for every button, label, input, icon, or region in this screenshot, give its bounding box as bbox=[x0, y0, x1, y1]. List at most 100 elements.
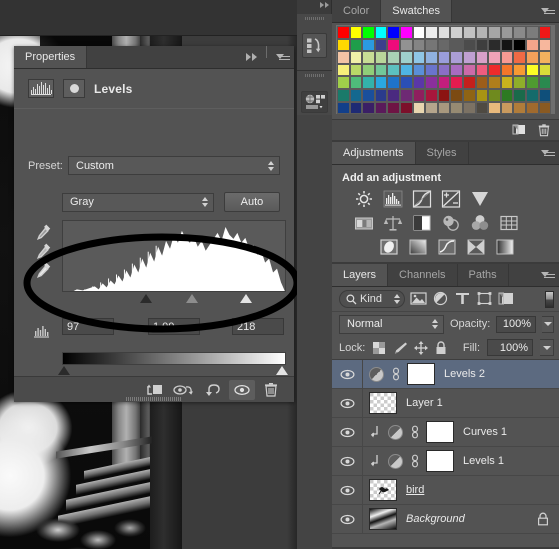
highlight-input-field[interactable]: 218 bbox=[232, 318, 284, 335]
auto-button[interactable]: Auto bbox=[224, 192, 280, 212]
swatch-11[interactable] bbox=[475, 26, 489, 39]
layer-mask-thumbnail[interactable] bbox=[426, 450, 454, 472]
swatch-108[interactable] bbox=[412, 101, 426, 115]
swatch-104[interactable] bbox=[362, 101, 375, 115]
layer-name[interactable]: Background bbox=[406, 513, 465, 525]
swatch-35[interactable] bbox=[349, 51, 363, 64]
midtone-input-field[interactable]: 1.00 bbox=[148, 318, 200, 335]
swatch-61[interactable] bbox=[462, 63, 476, 77]
swatch-33[interactable] bbox=[538, 38, 552, 52]
swatch-83[interactable] bbox=[525, 76, 539, 89]
swatch-4[interactable] bbox=[387, 26, 400, 39]
gradient-map-icon[interactable] bbox=[466, 238, 486, 256]
swatch-115[interactable] bbox=[500, 101, 514, 115]
levels-icon[interactable] bbox=[383, 190, 403, 208]
swatch-110[interactable] bbox=[437, 101, 451, 115]
delete-swatch-icon[interactable] bbox=[537, 123, 551, 137]
vibrance-icon[interactable] bbox=[470, 190, 490, 208]
swatch-45[interactable] bbox=[475, 51, 489, 64]
3d-icon[interactable] bbox=[301, 91, 328, 113]
filter-enable-toggle[interactable] bbox=[545, 290, 554, 308]
swatch-109[interactable] bbox=[425, 101, 438, 115]
swatch-79[interactable] bbox=[475, 76, 489, 89]
swatch-66[interactable] bbox=[525, 63, 539, 77]
dock-grip-2[interactable] bbox=[304, 74, 325, 77]
layer-name[interactable]: bird bbox=[406, 484, 424, 496]
swatch-59[interactable] bbox=[437, 63, 451, 77]
layer-thumbnail[interactable] bbox=[369, 479, 397, 501]
layer-row-curves-1[interactable]: Curves 1 bbox=[332, 418, 559, 447]
color-balance-icon[interactable] bbox=[383, 214, 403, 232]
tab-paths[interactable]: Paths bbox=[457, 264, 509, 286]
shadow-input-slider[interactable] bbox=[140, 294, 152, 303]
tab-styles[interactable]: Styles bbox=[415, 142, 469, 164]
swatch-34[interactable] bbox=[337, 51, 350, 64]
lock-image-pixels-icon[interactable] bbox=[393, 341, 408, 355]
posterize-icon[interactable] bbox=[408, 238, 428, 256]
swatch-21[interactable] bbox=[387, 38, 400, 52]
swatch-67[interactable] bbox=[538, 63, 552, 77]
swatch-80[interactable] bbox=[488, 76, 501, 89]
swatch-106[interactable] bbox=[387, 101, 400, 115]
tab-swatches[interactable]: Swatches bbox=[381, 0, 452, 22]
invert-icon[interactable] bbox=[379, 238, 399, 256]
swatch-36[interactable] bbox=[362, 51, 375, 64]
swatch-48[interactable] bbox=[513, 51, 526, 64]
threshold-icon[interactable] bbox=[437, 238, 457, 256]
preset-select[interactable]: Custom bbox=[68, 156, 280, 175]
swatch-97[interactable] bbox=[488, 88, 501, 102]
swatch-46[interactable] bbox=[488, 51, 501, 64]
swatch-103[interactable] bbox=[349, 101, 363, 115]
brightness-contrast-icon[interactable] bbox=[354, 190, 374, 208]
set-black-point-eyedropper[interactable] bbox=[34, 224, 56, 243]
swatch-101[interactable] bbox=[538, 88, 552, 102]
swatch-100[interactable] bbox=[525, 88, 539, 102]
swatch-74[interactable] bbox=[412, 76, 426, 89]
swatch-43[interactable] bbox=[450, 51, 463, 64]
swatch-75[interactable] bbox=[425, 76, 438, 89]
history-icon[interactable] bbox=[302, 32, 327, 58]
channel-select[interactable]: Gray bbox=[62, 192, 214, 212]
swatch-56[interactable] bbox=[399, 63, 413, 77]
swatch-29[interactable] bbox=[488, 38, 501, 52]
swatch-65[interactable] bbox=[513, 63, 526, 77]
layer-row-layer-1[interactable]: Layer 1 bbox=[332, 389, 559, 418]
swatch-95[interactable] bbox=[462, 88, 476, 102]
swatch-68[interactable] bbox=[337, 76, 350, 89]
swatch-64[interactable] bbox=[500, 63, 514, 77]
swatch-76[interactable] bbox=[437, 76, 451, 89]
mask-link-icon[interactable] bbox=[410, 425, 420, 439]
layer-mask-thumbnail[interactable] bbox=[407, 363, 435, 385]
swatch-31[interactable] bbox=[513, 38, 526, 52]
color-lookup-icon[interactable] bbox=[499, 214, 519, 232]
layer-thumbnail[interactable] bbox=[369, 508, 397, 530]
shadow-input-field[interactable]: 97 bbox=[62, 318, 114, 335]
histogram-toggle-icon[interactable] bbox=[34, 324, 50, 338]
swatch-86[interactable] bbox=[349, 88, 363, 102]
tab-adjustments[interactable]: Adjustments bbox=[332, 142, 416, 164]
filter-shape-icon[interactable] bbox=[476, 291, 493, 307]
swatch-22[interactable] bbox=[399, 38, 413, 52]
swatch-18[interactable] bbox=[349, 38, 363, 52]
blend-mode-select[interactable]: Normal bbox=[339, 314, 444, 334]
filter-smart-object-icon[interactable] bbox=[498, 291, 515, 307]
black-and-white-icon[interactable] bbox=[412, 214, 432, 232]
swatch-51[interactable] bbox=[337, 63, 350, 77]
swatch-0[interactable] bbox=[337, 26, 350, 39]
swatch-85[interactable] bbox=[337, 88, 350, 102]
swatch-84[interactable] bbox=[538, 76, 552, 89]
swatch-78[interactable] bbox=[462, 76, 476, 89]
swatch-70[interactable] bbox=[362, 76, 375, 89]
swatch-41[interactable] bbox=[425, 51, 438, 64]
output-white-slider[interactable] bbox=[276, 366, 288, 375]
swatch-9[interactable] bbox=[450, 26, 463, 39]
curves-icon[interactable] bbox=[412, 190, 432, 208]
reset-adjustment-icon[interactable] bbox=[200, 380, 226, 400]
swatch-19[interactable] bbox=[362, 38, 375, 52]
opacity-dropdown-icon[interactable] bbox=[542, 315, 554, 333]
layer-visibility-toggle[interactable] bbox=[332, 360, 363, 388]
swatch-23[interactable] bbox=[412, 38, 426, 52]
swatch-63[interactable] bbox=[488, 63, 501, 77]
layer-visibility-toggle[interactable] bbox=[332, 476, 363, 504]
fill-dropdown-icon[interactable] bbox=[540, 339, 554, 356]
